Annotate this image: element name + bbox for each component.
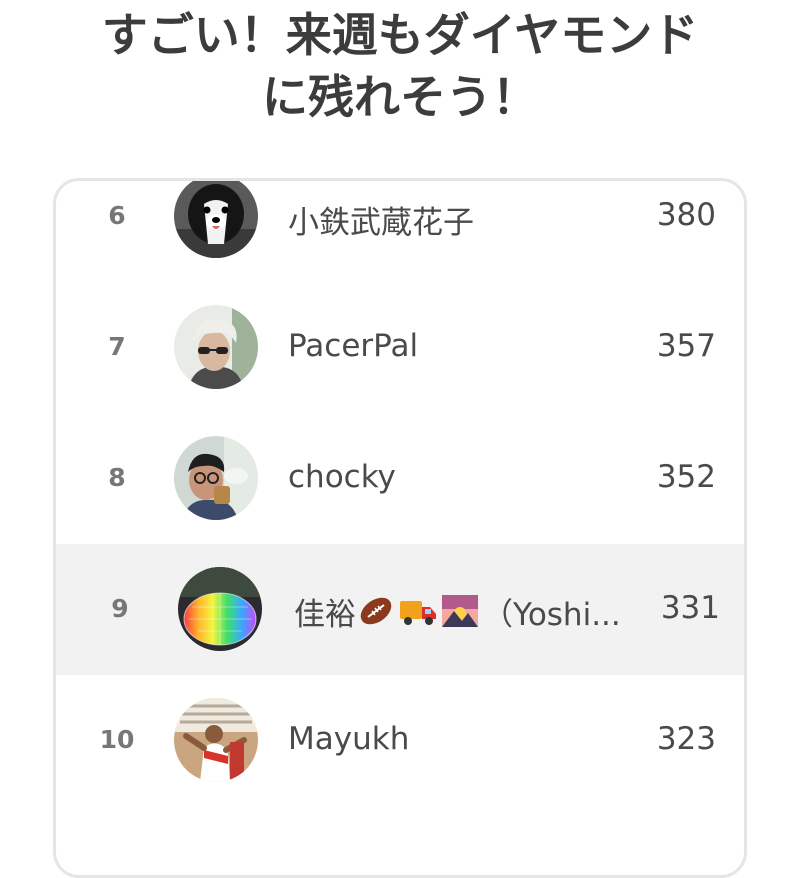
player-name-suffix: （Yoshi... <box>482 597 621 633</box>
player-score: 323 <box>656 721 716 757</box>
leaderboard-row[interactable]: 7 PacerPal 357 <box>56 282 744 413</box>
headline: すごい！来週もダイヤモンド に残れそう！ <box>0 4 800 128</box>
player-score: 352 <box>656 459 716 495</box>
headline-line-1: すごい！来週もダイヤモンド <box>101 8 699 62</box>
blonde-person-avatar[interactable] <box>174 305 258 389</box>
headline-line-2: に残れそう！ <box>262 70 538 124</box>
dog-avatar[interactable] <box>174 181 258 258</box>
american-football-icon <box>360 597 392 625</box>
rank-number: 8 <box>108 463 126 492</box>
player-name: Mayukh <box>288 721 410 757</box>
rank-number: 6 <box>108 201 126 230</box>
rainbow-dome-avatar[interactable] <box>178 567 262 651</box>
leaderboard-row[interactable]: 8 chocky 352 <box>56 413 744 544</box>
player-score: 331 <box>660 590 720 626</box>
runner-avatar[interactable] <box>174 698 258 782</box>
player-name-prefix: 佳裕 <box>294 597 356 633</box>
person-drinking-avatar[interactable] <box>174 436 258 520</box>
leaderboard-row[interactable]: 6 小鉄武蔵花子 380 <box>56 181 744 282</box>
rank-number: 9 <box>111 594 129 623</box>
sunrise-over-mountains-icon <box>442 595 478 627</box>
player-name: 小鉄武蔵花子 <box>288 205 474 241</box>
player-score: 380 <box>656 197 716 233</box>
leaderboard-row[interactable]: 10 Mayukh 323 <box>56 675 744 806</box>
player-score: 357 <box>656 328 716 364</box>
player-name: chocky <box>288 459 396 495</box>
rank-number: 10 <box>99 725 135 754</box>
leaderboard-card[interactable]: 6 小鉄武蔵花子 380 7 PacerPal 357 8 chocky 352… <box>53 178 747 878</box>
player-name: 佳裕 （Yoshi... <box>294 589 621 634</box>
rank-number: 7 <box>108 332 126 361</box>
delivery-truck-icon <box>400 601 436 625</box>
leaderboard-row-current-user[interactable]: 9 佳裕 （Yoshi... 331 <box>56 544 744 675</box>
player-name: PacerPal <box>288 328 419 364</box>
